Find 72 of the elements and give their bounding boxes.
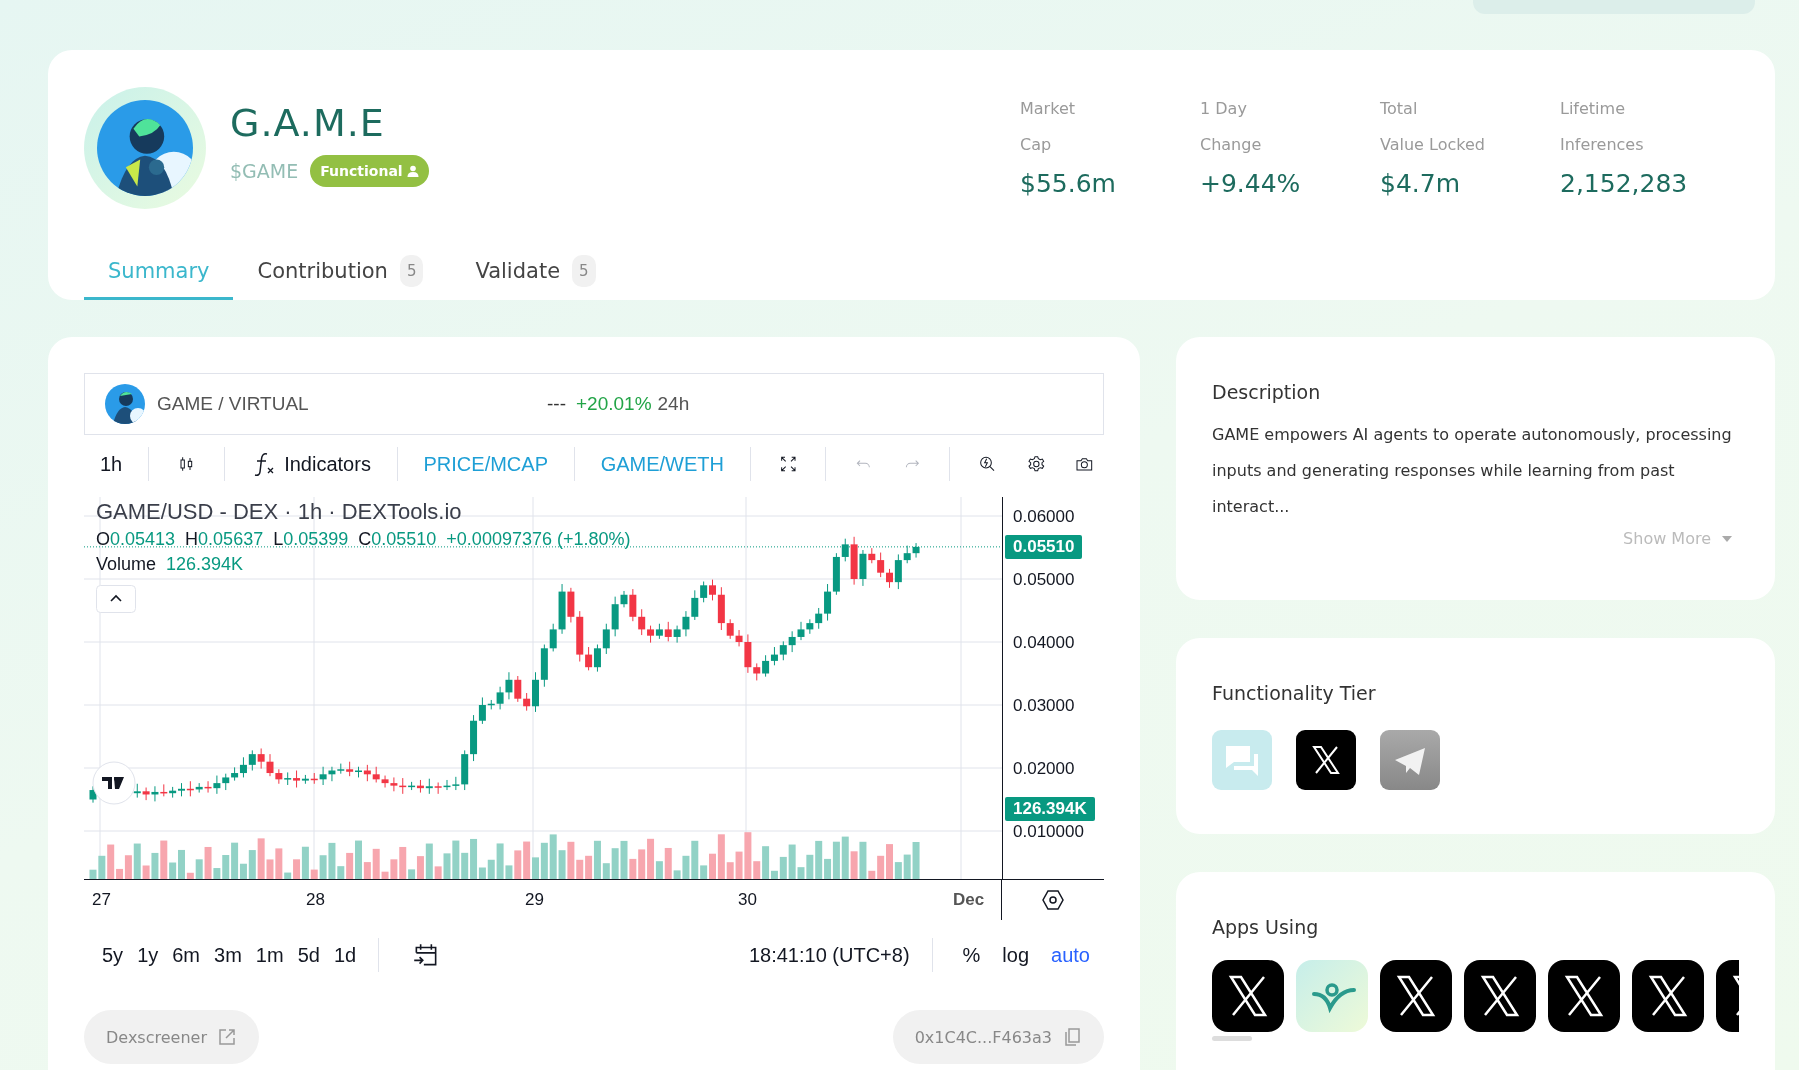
- interval-button[interactable]: 1h: [92, 452, 131, 476]
- indicators-button[interactable]: Indicators: [242, 450, 379, 478]
- date-label: 27: [92, 890, 111, 910]
- token-name: G.A.M.E: [230, 101, 386, 145]
- count-badge: 5: [572, 255, 596, 287]
- tab[interactable]: Validate 5: [475, 245, 618, 300]
- tier-badge: Functional: [310, 155, 429, 187]
- scale-button[interactable]: log: [1002, 943, 1030, 967]
- card-title: Description: [1212, 381, 1322, 403]
- scale-button[interactable]: auto: [1051, 943, 1090, 967]
- stat-label: Market Cap: [1020, 98, 1076, 156]
- volume-label: Volume: [96, 554, 157, 575]
- stat-label: Total Value Locked: [1380, 98, 1486, 156]
- date-label: 29: [525, 890, 544, 910]
- x-logo-icon[interactable]: [1296, 730, 1356, 790]
- ohlc-value: H0.05637: [185, 529, 264, 550]
- change-value: +0.00097376 (+1.80%): [446, 529, 631, 550]
- scale-button[interactable]: %: [962, 943, 981, 967]
- price-tick: 0.06000: [1013, 507, 1075, 527]
- volume-value: 126.394K: [166, 554, 244, 575]
- ohlc-value: C0.05510: [358, 529, 437, 550]
- stat-value: $55.6m: [1020, 169, 1117, 198]
- change-text: +20.01%: [576, 393, 652, 415]
- copy-icon: [1062, 1027, 1082, 1047]
- description-text: GAME empowers AI agents to operate autonomously, processing inputs and generating responses while learning from past interact...: [1212, 424, 1733, 518]
- stat-label: 1 Day Change: [1200, 98, 1263, 156]
- range-button[interactable]: 5y: [102, 943, 124, 967]
- price-text: ---: [547, 393, 566, 415]
- tab[interactable]: Contribution 5: [257, 245, 446, 300]
- range-button[interactable]: 1d: [333, 943, 357, 967]
- ohlc-value: O0.05413: [96, 529, 176, 550]
- period-text: 24h: [657, 393, 690, 415]
- settings-icon[interactable]: [1041, 888, 1066, 912]
- x-logo-icon[interactable]: [1464, 960, 1536, 1032]
- stat-label: Lifetime Inferences: [1560, 98, 1645, 156]
- last-price-label: 0.05510: [1005, 534, 1083, 559]
- leaf-logo-icon[interactable]: [1296, 960, 1368, 1032]
- date-label: 30: [738, 890, 757, 910]
- x-logo-icon[interactable]: [1548, 960, 1620, 1032]
- date-label: 28: [306, 890, 325, 910]
- price-tick: 0.02000: [1013, 759, 1075, 779]
- clock-text: 18:41:10 (UTC+8): [748, 943, 910, 967]
- caret-icon: [1721, 534, 1733, 543]
- price-tick: 0.010000: [1013, 822, 1084, 842]
- pair-name: GAME / VIRTUAL: [157, 393, 310, 415]
- range-button[interactable]: 6m: [172, 943, 201, 967]
- price-tick: 0.05000: [1013, 570, 1075, 590]
- chart-title: GAME/USD - DEX · 1h · DEXTools.io: [96, 499, 463, 525]
- paper-plane-icon[interactable]: [1380, 730, 1440, 790]
- card-title: Functionality Tier: [1212, 682, 1377, 704]
- range-button[interactable]: 1m: [255, 943, 284, 967]
- range-button[interactable]: 5d: [297, 943, 320, 967]
- card-title: Apps Using: [1212, 916, 1320, 938]
- stat-value: $4.7m: [1380, 169, 1462, 198]
- ohlc-value: L0.05399: [273, 529, 349, 550]
- x-logo-icon[interactable]: [1380, 960, 1452, 1032]
- external-link-icon: [216, 1027, 237, 1047]
- price-tick: 0.03000: [1013, 696, 1075, 716]
- logo-icon[interactable]: [92, 761, 136, 805]
- range-button[interactable]: 3m: [214, 943, 242, 967]
- collapse-button[interactable]: [96, 585, 136, 613]
- count-badge: 5: [399, 255, 424, 287]
- stat-value: 2,152,283: [1560, 169, 1689, 198]
- stat-value: +9.44%: [1200, 169, 1302, 198]
- ticker: $GAME: [230, 160, 299, 182]
- person-icon: [406, 165, 419, 177]
- date-label: Dec: [953, 890, 985, 910]
- last-volume-label: 126.394K: [1005, 797, 1095, 821]
- x-logo-icon[interactable]: [1212, 960, 1284, 1032]
- price-tick: 0.04000: [1013, 633, 1075, 653]
- range-button[interactable]: 1y: [137, 943, 159, 967]
- x-logo-icon[interactable]: [1632, 960, 1704, 1032]
